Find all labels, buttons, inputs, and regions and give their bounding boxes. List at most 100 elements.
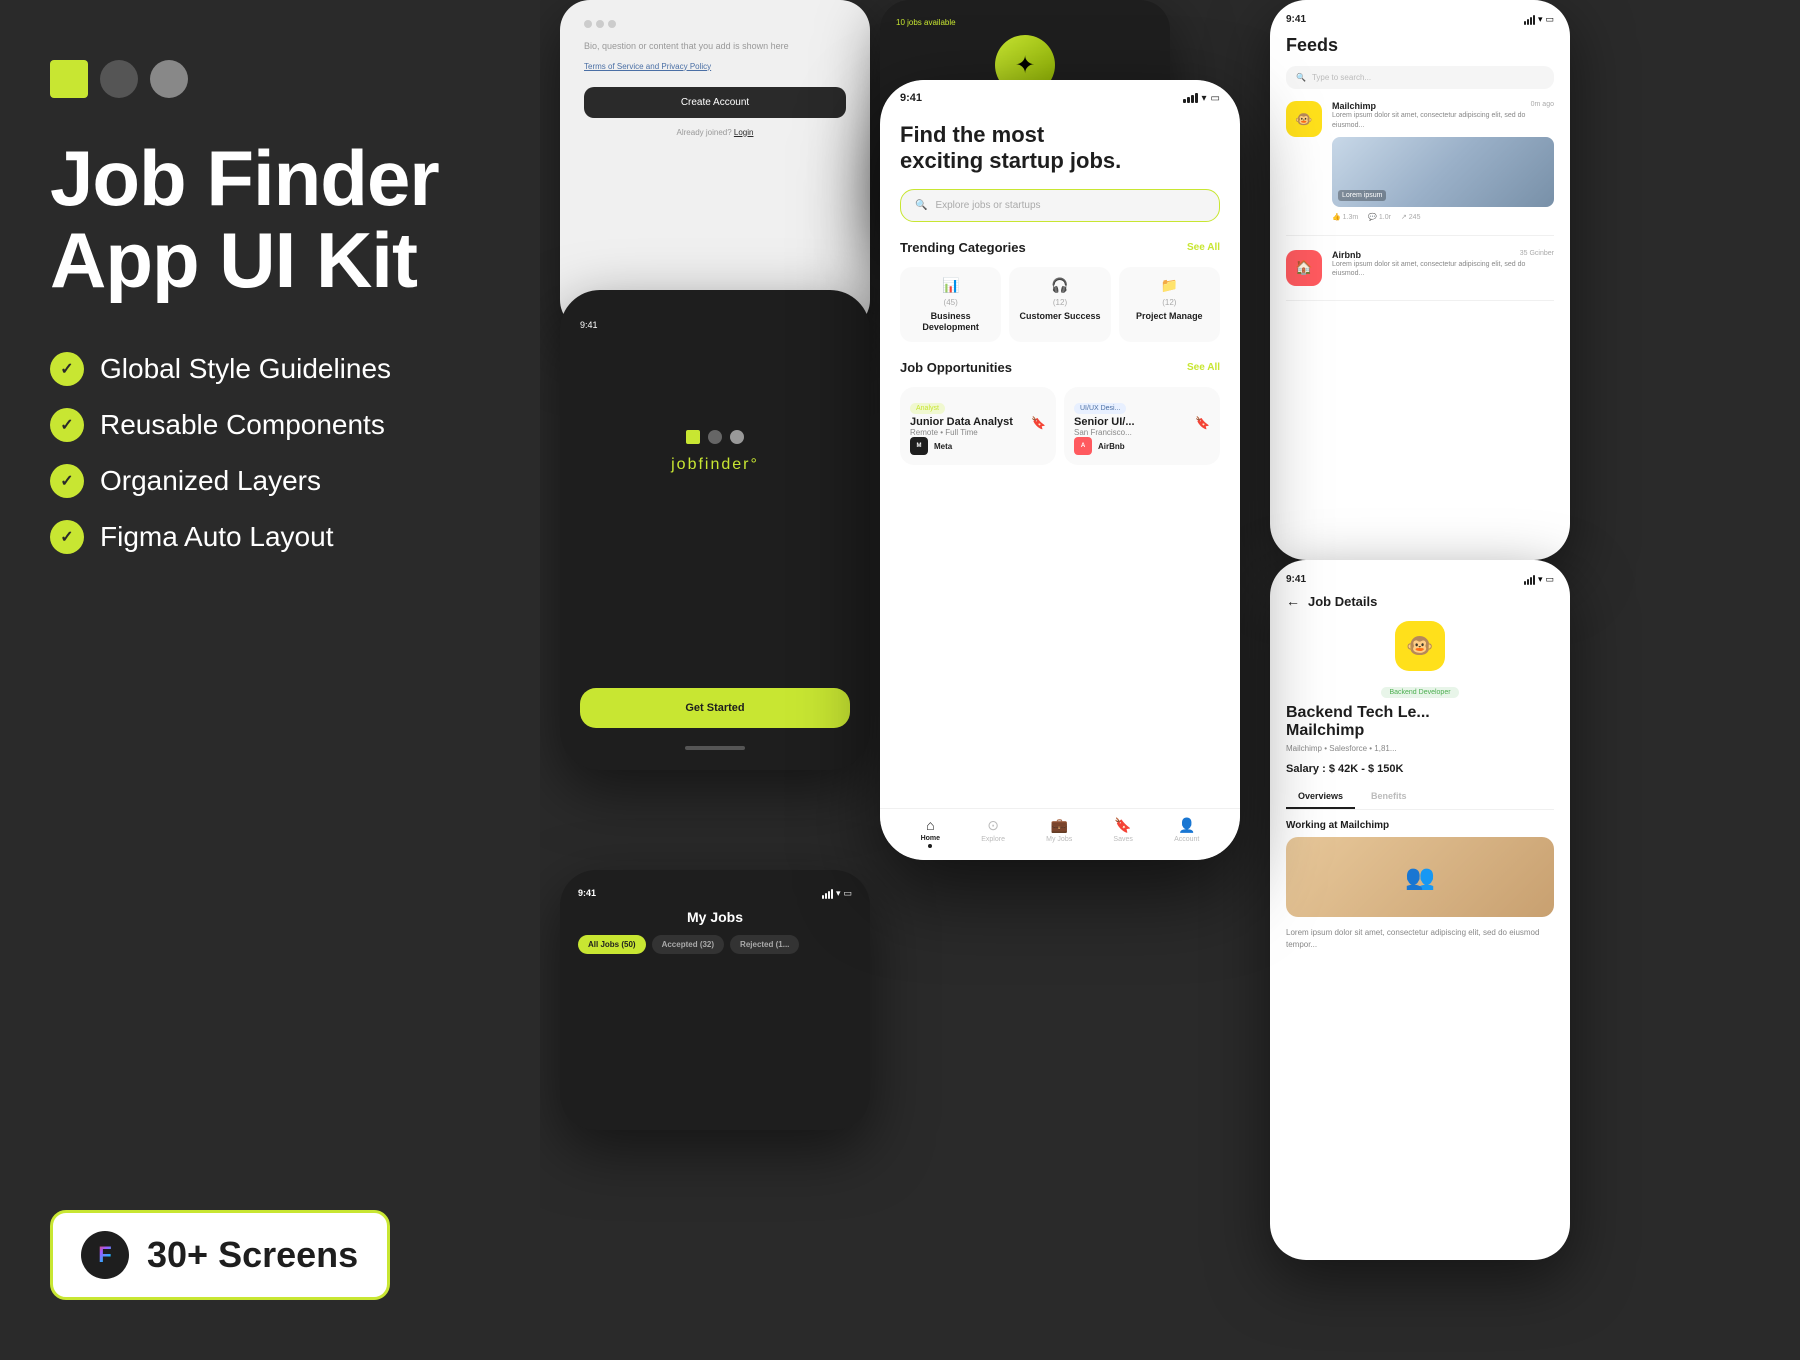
salary-label: Salary : [1286, 763, 1326, 775]
details-tab-benefits[interactable]: Benefits [1359, 785, 1419, 809]
feed-action-like[interactable]: 👍 1.3m [1332, 213, 1358, 221]
feeds-title: Feeds [1286, 35, 1554, 56]
nav-saves-label: Saves [1113, 836, 1132, 843]
myjob-tab-accepted[interactable]: Accepted (32) [652, 935, 724, 954]
mailchimp-time: 0m ago [1531, 101, 1554, 111]
mailchimp-text: Lorem ipsum dolor sit amet, consectetur … [1332, 111, 1554, 131]
job-card-1-header: Junior Data Analyst Remote • Full Time 🔖 [910, 416, 1046, 437]
feature-text-1: Global Style Guidelines [100, 353, 391, 385]
job-tag-1: Analyst [910, 403, 945, 414]
get-started-btn[interactable]: Get Started [580, 688, 850, 728]
splash-brand-name: jobfinder [671, 456, 750, 473]
details-time: 9:41 [1286, 574, 1306, 585]
splash-brand-symbol: ° [750, 456, 758, 473]
phone-feeds: 9:41 ▾ ▭ Feeds 🔍 Type to search... [1270, 0, 1570, 560]
bottom-nav: ⌂ Home ⊙ Explore 💼 My Jobs 🔖 Saves [880, 808, 1240, 860]
myjobs-wifi-icon: ▾ [836, 888, 841, 899]
feeds-search-placeholder: Type to search... [1312, 73, 1371, 82]
screens-badge: F 30+ Screens [50, 1210, 390, 1300]
login-link[interactable]: Login [734, 128, 754, 137]
details-back-btn[interactable]: ← [1286, 593, 1300, 609]
team-image: 👥 [1286, 837, 1554, 917]
feature-text-2: Reusable Components [100, 409, 385, 441]
bookmark-icon-1[interactable]: 🔖 [1031, 416, 1046, 430]
already-joined: Already joined? Login [584, 128, 846, 137]
battery-icon: ▭ [1211, 93, 1220, 104]
airbnb-logo: A [1074, 437, 1092, 455]
feed-item-airbnb: 🏠 Airbnb 35 Gcinber Lorem ipsum dolor si… [1286, 250, 1554, 301]
job-subtitle-1: Remote • Full Time [910, 428, 1013, 437]
screens-count: 30+ Screens [147, 1234, 358, 1276]
project-manage-icon: 📁 [1161, 277, 1178, 294]
myjobs-status-icons: ▾ ▭ [822, 888, 852, 899]
signal-icon [1183, 93, 1198, 103]
splash-brand: jobfinder° [671, 456, 759, 474]
myjob-tab-all[interactable]: All Jobs (50) [578, 935, 646, 954]
feeds-status: 9:41 ▾ ▭ [1286, 14, 1554, 25]
myjob-tab-rejected[interactable]: Rejected (1... [730, 935, 799, 954]
login-links: Terms of Service and Privacy Policy [584, 62, 846, 71]
nav-account[interactable]: 👤 Account [1174, 817, 1199, 848]
mailchimp-actions: 👍 1.3m 💬 1.0r ↗ 245 [1332, 213, 1554, 221]
job-card-2[interactable]: UI/UX Desi... Senior UI/... San Francisc… [1064, 387, 1220, 465]
feed-action-comment[interactable]: 💬 1.0r [1368, 213, 1391, 221]
figma-f-letter: F [98, 1242, 111, 1268]
main-title: Job FinderApp UI Kit [50, 138, 490, 302]
opportunities-title: Job Opportunities [900, 360, 1012, 375]
myjobs-tabs: All Jobs (50) Accepted (32) Rejected (1.… [578, 935, 852, 954]
details-company-avatar: 🐵 [1395, 621, 1445, 671]
splash-circle2 [730, 430, 744, 444]
bookmark-icon-2[interactable]: 🔖 [1195, 416, 1210, 430]
figma-icon: F [81, 1231, 129, 1279]
phone-myjobs: 9:41 ▾ ▭ My Jobs All Jobs (50) Accepted … [560, 870, 870, 1130]
details-tag: Backend Developer [1381, 687, 1458, 698]
nav-saves-icon: 🔖 [1114, 817, 1131, 834]
feed-action-share[interactable]: ↗ 245 [1401, 213, 1421, 221]
airbnb-avatar: 🏠 [1286, 250, 1322, 286]
customer-success-icon: 🎧 [1051, 277, 1068, 294]
status-time: 9:41 [900, 92, 922, 104]
nav-myjobs-label: My Jobs [1046, 836, 1072, 843]
job-company-1: M Meta [910, 437, 1046, 455]
airbnb-name: Airbnb [1332, 250, 1361, 260]
nav-explore-icon: ⊙ [987, 817, 999, 834]
biz-dev-icon: 📊 [942, 277, 959, 294]
details-status: 9:41 ▾ ▭ [1286, 574, 1554, 585]
search-bar[interactable]: 🔍 Explore jobs or startups [900, 189, 1220, 222]
phone-main-content: Find the mostexciting startup jobs. 🔍 Ex… [880, 110, 1240, 808]
feeds-search[interactable]: 🔍 Type to search... [1286, 66, 1554, 89]
airbnb-text: Lorem ipsum dolor sit amet, consectetur … [1332, 260, 1554, 280]
details-tab-overviews[interactable]: Overviews [1286, 785, 1355, 809]
nav-explore[interactable]: ⊙ Explore [981, 817, 1005, 848]
category-biz-dev[interactable]: 📊 (45) Business Development [900, 267, 1001, 343]
logo-row [50, 60, 490, 98]
job-card-1[interactable]: Analyst Junior Data Analyst Remote • Ful… [900, 387, 1056, 465]
job-tag-2: UI/UX Desi... [1074, 403, 1126, 414]
myjobs-time: 9:41 [578, 888, 596, 899]
feed-item-mailchimp: 🐵 Mailchimp 0m ago Lorem ipsum dolor sit… [1286, 101, 1554, 236]
details-salary: Salary : $ 42K - $ 150K [1286, 763, 1554, 775]
company-name-1: Meta [934, 442, 952, 451]
mailchimp-image-placeholder: Lorem ipsum [1332, 137, 1554, 207]
category-project-manage[interactable]: 📁 (12) Project Manage [1119, 267, 1220, 343]
nav-myjobs[interactable]: 💼 My Jobs [1046, 817, 1072, 848]
details-wifi-icon: ▾ [1538, 574, 1543, 585]
trending-see-all[interactable]: See All [1187, 242, 1220, 253]
working-section-text: Lorem ipsum dolor sit amet, consectetur … [1286, 927, 1554, 951]
nav-home[interactable]: ⌂ Home [921, 817, 940, 848]
status-icons: ▾ ▭ [1183, 93, 1220, 104]
opportunities-see-all[interactable]: See All [1187, 362, 1220, 373]
main-headline: Find the mostexciting startup jobs. [900, 122, 1220, 175]
create-account-btn[interactable]: Create Account [584, 87, 846, 118]
project-manage-count: (12) [1162, 298, 1176, 307]
category-customer-success[interactable]: 🎧 (12) Customer Success [1009, 267, 1110, 343]
company-name-2: AirBnb [1098, 442, 1125, 451]
details-tabs: Overviews Benefits [1286, 785, 1554, 810]
feeds-status-icons: ▾ ▭ [1524, 14, 1554, 25]
feature-text-4: Figma Auto Layout [100, 521, 333, 553]
trending-title: Trending Categories [900, 240, 1026, 255]
feeds-time: 9:41 [1286, 14, 1306, 25]
nav-saves[interactable]: 🔖 Saves [1113, 817, 1132, 848]
splash-square [686, 430, 700, 444]
details-status-icons: ▾ ▭ [1524, 574, 1554, 585]
